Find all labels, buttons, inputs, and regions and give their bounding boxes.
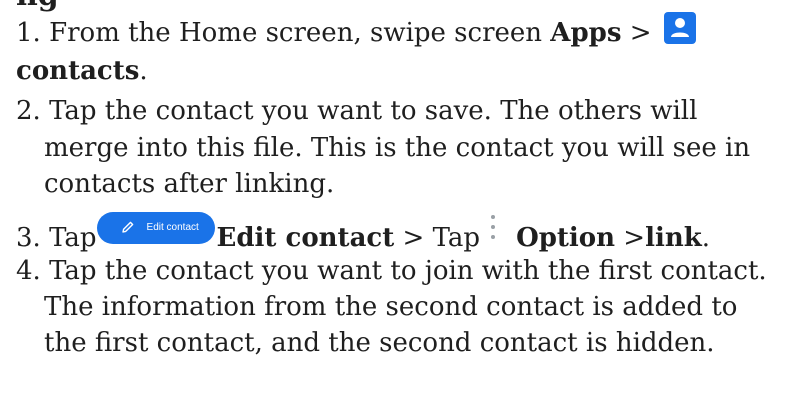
pencil-icon [121,221,133,233]
step-4-line-1: 4. Tap the contact you want to join with… [16,256,767,286]
apps-label: Apps [550,18,622,48]
edit-contact-button[interactable]: Edit contact [96,212,215,244]
option-label: Option [516,223,616,253]
step-3-separator: > [615,223,646,253]
step-1-line-2: contacts. [16,53,148,89]
step-3-mid: > Tap [394,223,481,253]
step-2-line-1: 2. Tap the contact you want to save. The… [16,96,698,126]
step-1-text: 1. From the Home screen, swipe screen [16,18,551,48]
step-2-line-3: contacts after linking. [44,169,335,199]
link-label: link [645,223,702,253]
step-2-line-2: merge into this file. This is the contac… [44,133,751,163]
edit-contact-label: Edit contact [216,223,395,253]
step-1-line-1: 1. From the Home screen, swipe screen Ap… [16,12,696,48]
edit-contact-button-label: Edit contact [146,222,199,233]
step-1-period: . [139,56,148,86]
step-3-period: . [701,223,711,253]
step-4-line-2: The information from the second contact … [44,292,738,322]
step-4-line-3: the first contact, and the second contac… [44,328,715,358]
more-vert-icon[interactable] [486,212,500,242]
step-1-separator: > [621,18,652,48]
contacts-app-icon [663,12,696,44]
contacts-label: contacts [16,56,140,86]
step-3-line: 3. Tap Edit contact Edit contact > Tap O… [16,212,710,253]
step-3-tap: 3. Tap [16,223,97,253]
